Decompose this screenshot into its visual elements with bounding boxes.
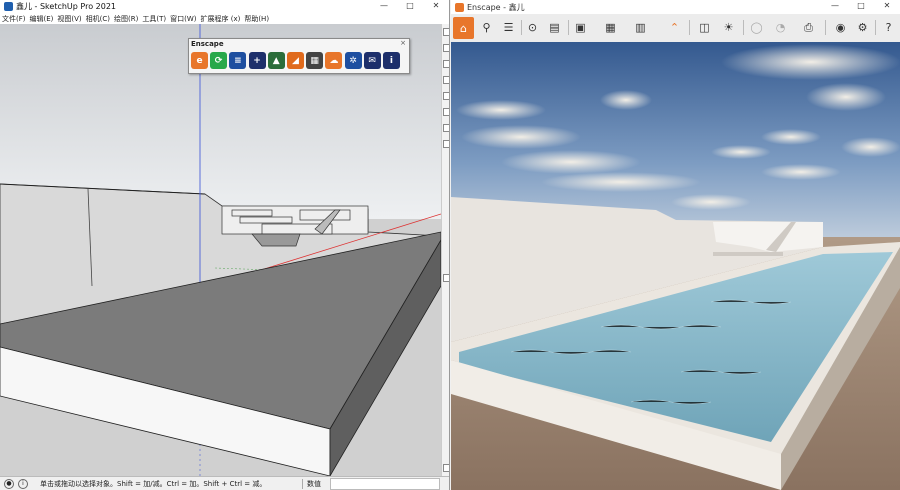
info-icon[interactable]: i	[18, 479, 28, 489]
minimize-button[interactable]: —	[822, 0, 848, 13]
menu-help[interactable]: 帮助(H)	[244, 14, 269, 24]
settings-general-icon[interactable]: ⚙	[853, 18, 872, 37]
tray-tab-icon[interactable]	[443, 44, 449, 52]
batch-render-icon[interactable]: ▦	[601, 18, 620, 37]
sun-info-icon[interactable]: ☀	[719, 18, 738, 37]
enscape-toolbar[interactable]: Enscape × e ⟳ ≡ + ▲ ◢ ▦ ☁ ✲ ✉ i	[188, 38, 410, 74]
tray-tab-icon[interactable]	[443, 124, 449, 132]
close-button[interactable]: ✕	[874, 0, 900, 13]
sketchup-app-icon	[4, 2, 13, 11]
panorama-icon[interactable]: ▥	[631, 18, 650, 37]
menu-camera[interactable]: 相机(C)	[86, 14, 110, 24]
render-viewport[interactable]	[451, 42, 900, 490]
menu-bar: 文件(F) 编辑(E) 视图(V) 相机(C) 绘图(R) 工具(T) 窗口(W…	[0, 13, 449, 24]
enscape-toolbar: ⌂ ⚲ ☰ ⊙ ▤ ▣ ▦ ▥ ⌃ ◫ ☀ ◯ ◔ ⎙ ◉ ⚙ ?	[451, 14, 900, 43]
menu-window[interactable]: 窗口(W)	[170, 14, 196, 24]
settings-icon[interactable]: ✲	[344, 52, 362, 69]
enscape-titlebar: Enscape - 鑫儿 — □ ✕	[451, 0, 900, 14]
enscape-start-icon[interactable]: e	[191, 52, 208, 69]
video-editor-icon[interactable]: ▤	[545, 18, 564, 37]
asset-library-icon[interactable]: ▲	[267, 52, 285, 69]
capture-add-icon[interactable]: +	[248, 52, 266, 69]
model-scene[interactable]	[0, 24, 441, 476]
tray-tab-icon[interactable]	[443, 464, 449, 472]
window-controls: — □ ✕	[371, 0, 449, 13]
menu-view[interactable]: 视图(V)	[57, 14, 81, 24]
window-title: Enscape - 鑫儿	[467, 2, 525, 12]
sketchup-window: 鑫儿 - SketchUp Pro 2021 — □ ✕ 文件(F) 编辑(E)…	[0, 0, 450, 490]
sketchup-titlebar: 鑫儿 - SketchUp Pro 2021 — □ ✕	[0, 0, 449, 13]
material-editor-icon[interactable]: ◢	[286, 52, 304, 69]
sync-views-icon[interactable]: ≡	[229, 52, 247, 69]
tray-tab-icon[interactable]	[443, 28, 449, 36]
tray-tab-icon[interactable]	[443, 140, 449, 148]
rendered-scene[interactable]	[451, 42, 900, 490]
tray-tab-icon[interactable]	[443, 76, 449, 84]
views-icon[interactable]: ☰	[499, 18, 518, 37]
status-bar: ● i 单击或拖动以选择对象。Shift = 加/减。Ctrl = 加。Shif…	[0, 476, 449, 490]
measurements-label: 数值	[302, 479, 321, 489]
tray-tab-icon[interactable]	[443, 60, 449, 68]
material-library-icon[interactable]: ▦	[306, 52, 324, 69]
status-text: 单击或拖动以选择对象。Shift = 加/减。Ctrl = 加。Shift + …	[40, 480, 267, 488]
material-icon[interactable]: ◔	[771, 18, 790, 37]
settings-visual-icon[interactable]: ◉	[831, 18, 850, 37]
tray-tab-icon[interactable]	[443, 108, 449, 116]
menu-edit[interactable]: 编辑(E)	[30, 14, 54, 24]
export-icon[interactable]: ⎙	[799, 18, 818, 37]
menu-extensions[interactable]: 扩展程序 (x)	[200, 14, 240, 24]
asset-icon[interactable]: ◯	[747, 18, 766, 37]
window-controls: — □ ✕	[822, 0, 900, 13]
enscape-app-icon	[455, 2, 464, 12]
atlas-icon[interactable]: ◫	[695, 18, 714, 37]
close-button[interactable]: ✕	[423, 0, 449, 13]
enscape-window: Enscape - 鑫儿 — □ ✕ ⌂ ⚲ ☰ ⊙ ▤ ▣ ▦ ▥ ⌃ ◫ ☀…	[451, 0, 900, 490]
home-icon[interactable]: ⌂	[453, 17, 474, 39]
maximize-button[interactable]: □	[397, 0, 423, 13]
toolbar-close-button[interactable]: ×	[400, 39, 406, 47]
menu-file[interactable]: 文件(F)	[2, 14, 26, 24]
maximize-button[interactable]: □	[848, 0, 874, 13]
walk-mode-icon[interactable]: ⚲	[477, 18, 496, 37]
upload-icon[interactable]: ☁	[325, 52, 343, 69]
tray-tab-icon[interactable]	[443, 274, 449, 282]
vr-icon[interactable]: ⊙	[523, 18, 542, 37]
geo-location-icon[interactable]: ●	[4, 479, 14, 489]
measurements-input[interactable]	[330, 478, 440, 490]
about-info-icon[interactable]: i	[382, 52, 400, 69]
minimize-button[interactable]: —	[371, 0, 397, 13]
help-icon[interactable]: ?	[879, 18, 898, 37]
menu-draw[interactable]: 绘图(R)	[114, 14, 138, 24]
window-title: 鑫儿 - SketchUp Pro 2021	[16, 2, 116, 11]
menu-tools[interactable]: 工具(T)	[142, 14, 166, 24]
modeling-viewport[interactable]: Enscape × e ⟳ ≡ + ▲ ◢ ▦ ☁ ✲ ✉ i	[0, 24, 441, 476]
feedback-mail-icon[interactable]: ✉	[363, 52, 381, 69]
screenshot-icon[interactable]: ▣	[571, 18, 590, 37]
toolbar-icon-row: e ⟳ ≡ + ▲ ◢ ▦ ☁ ✲ ✉ i	[191, 52, 402, 69]
right-tray	[441, 24, 449, 476]
toolbar-title: Enscape	[191, 40, 224, 48]
sync-update-icon[interactable]: ⟳	[210, 52, 228, 69]
tray-tab-icon[interactable]	[443, 92, 449, 100]
collapse-icon[interactable]: ⌃	[665, 18, 684, 37]
